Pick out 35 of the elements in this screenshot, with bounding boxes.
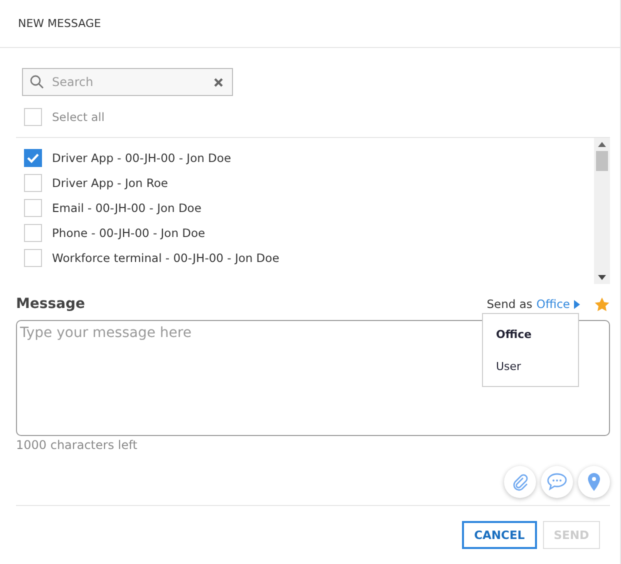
paperclip-icon [511, 473, 529, 491]
clear-icon[interactable] [214, 78, 223, 87]
characters-left: 1000 characters left [16, 438, 138, 452]
checkbox[interactable] [24, 224, 42, 242]
speech-bubble-icon [547, 473, 567, 491]
scroll-down-icon[interactable] [598, 275, 606, 280]
checkbox[interactable] [24, 108, 42, 126]
scroll-up-icon[interactable] [598, 142, 606, 147]
check-icon [27, 152, 39, 162]
select-all-label: Select all [52, 110, 105, 124]
menu-item[interactable]: Office [483, 318, 578, 350]
checkbox[interactable] [24, 198, 42, 216]
checkbox[interactable] [24, 248, 42, 266]
scrollbar[interactable] [594, 138, 610, 284]
recipient-label: Driver App - Jon Roe [52, 176, 168, 190]
recipient-label: Driver App - 00-JH-00 - Jon Doe [52, 150, 232, 164]
window-title: NEW MESSAGE [18, 17, 101, 30]
attach-button[interactable] [504, 466, 536, 498]
search-field[interactable]: Search [22, 68, 233, 96]
message-label: Message [16, 296, 86, 312]
checkbox[interactable] [24, 174, 42, 192]
recipient-label: Workforce terminal - 00-JH-00 - Jon Doe [52, 250, 280, 264]
send-as-dropdown[interactable]: Send as Office [486, 297, 580, 311]
menu-item[interactable]: User [483, 350, 578, 382]
recipient-label: Email - 00-JH-00 - Jon Doe [52, 200, 202, 214]
location-button[interactable] [578, 466, 610, 498]
recipient-label: Phone - 00-JH-00 - Jon Doe [52, 226, 206, 240]
cancel-button[interactable]: CANCEL [462, 521, 537, 549]
scroll-thumb[interactable] [596, 151, 608, 171]
caret-icon [574, 300, 580, 308]
star-icon[interactable] [594, 296, 610, 312]
search-icon [30, 75, 44, 89]
chat-button[interactable] [541, 466, 573, 498]
map-pin-icon [588, 473, 600, 491]
checkbox[interactable] [24, 148, 42, 166]
